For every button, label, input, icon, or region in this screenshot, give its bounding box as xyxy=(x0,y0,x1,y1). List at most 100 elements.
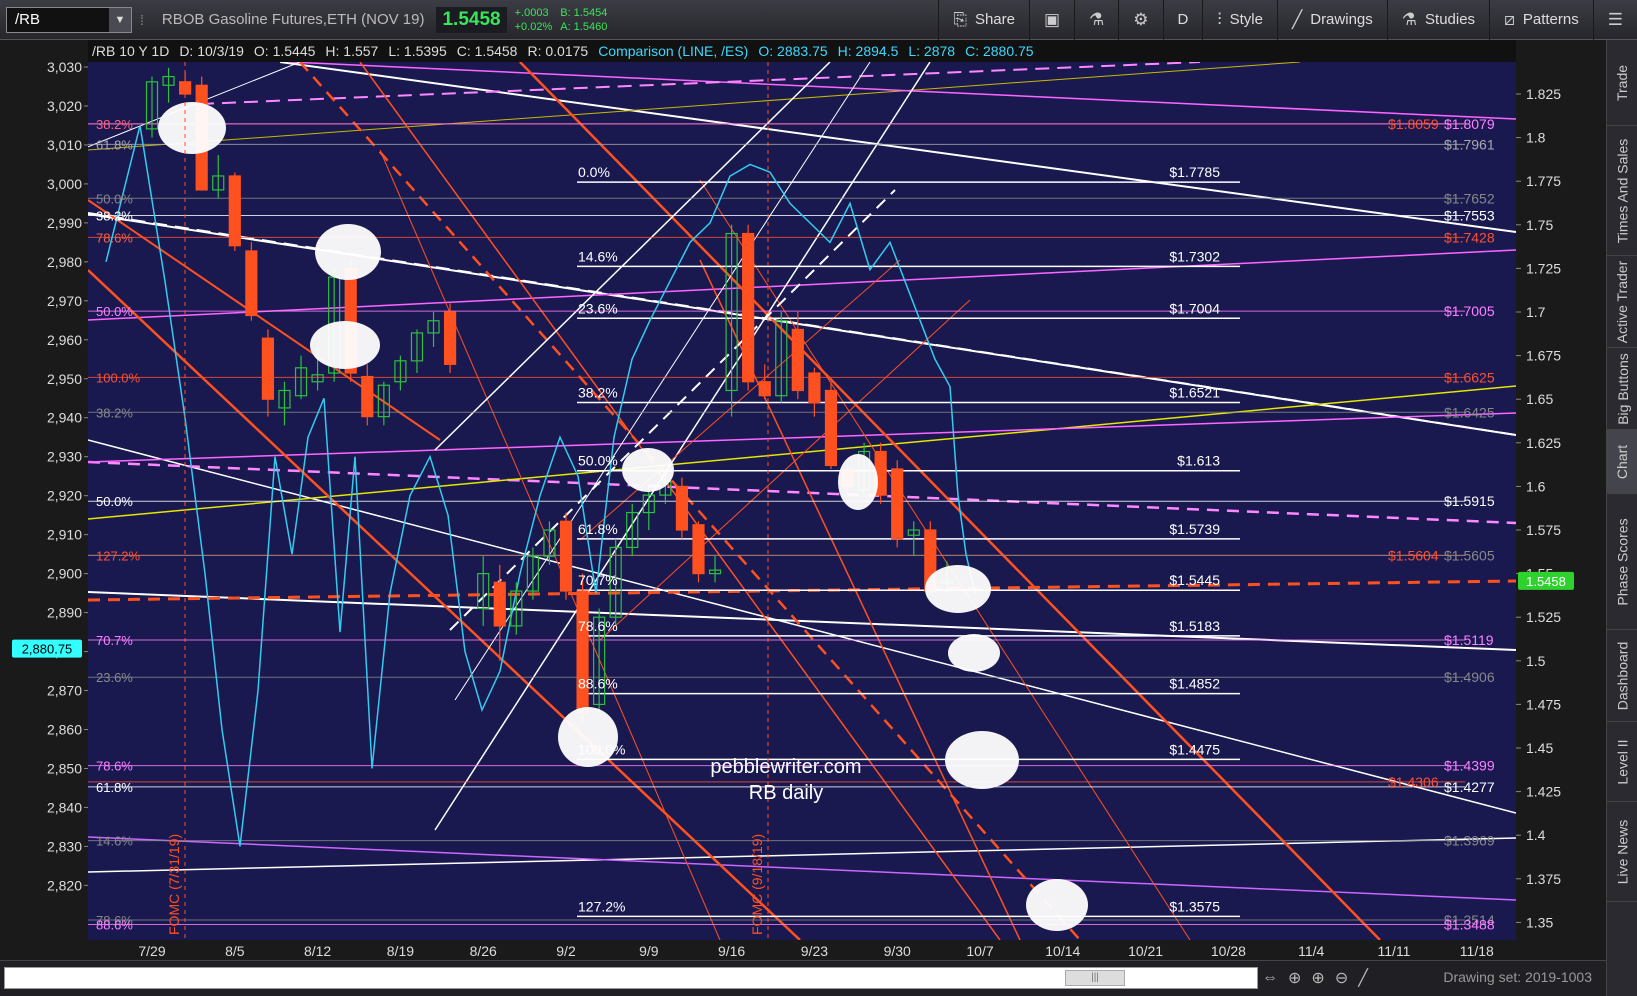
time-tick-label: 11/4 xyxy=(1298,943,1324,959)
sidebar-tab-trade[interactable]: Trade xyxy=(1607,40,1637,126)
left-tick-label: 2,850 xyxy=(47,760,82,776)
event-label: FOMC (7/31/19) xyxy=(166,834,182,935)
right-tick-label: 1.35 xyxy=(1526,914,1553,930)
level-label-left: 127.2% xyxy=(96,548,141,563)
level-label-right: $1.4906 xyxy=(1444,669,1495,685)
time-tick-label: 9/23 xyxy=(801,943,828,959)
list-icon: ☰ xyxy=(1607,9,1623,29)
left-tick-label: 3,030 xyxy=(47,59,82,75)
time-tick-label: 9/30 xyxy=(884,943,911,959)
expand-icon[interactable]: ⇔ xyxy=(1262,969,1278,987)
fib-pct-label: 50.0% xyxy=(578,453,618,469)
sidebar-tab-dashboard[interactable]: Dashboard xyxy=(1607,630,1637,722)
level-label-right: $1.8079 xyxy=(1444,116,1495,132)
sidebar-tab-label: Live News xyxy=(1614,819,1631,884)
fib-price-label: $1.7302 xyxy=(1169,248,1220,264)
zoom-out-icon[interactable]: ⊖ xyxy=(1335,968,1348,988)
highlight-oval xyxy=(948,634,1000,672)
candle-body xyxy=(891,468,904,540)
zoom-in-icon[interactable]: ⊕ xyxy=(1311,968,1324,988)
fib-price-label: $1.3575 xyxy=(1169,898,1220,914)
right-tick-label: 1.4 xyxy=(1526,827,1546,843)
candle-body xyxy=(742,232,755,383)
right-tick-label: 1.625 xyxy=(1526,435,1561,451)
fib-pct-label: 38.2% xyxy=(578,385,618,401)
level-label-left: 50.0% xyxy=(96,304,133,319)
right-tick-label: 1.375 xyxy=(1526,871,1561,887)
highlight-oval xyxy=(838,454,878,510)
right-tick-label: 1.475 xyxy=(1526,696,1561,712)
level-label-right: $1.7005 xyxy=(1444,303,1495,319)
left-tick-label: 2,970 xyxy=(47,293,82,309)
left-tick-label: 3,020 xyxy=(47,98,82,114)
level-label-left: 38.2% xyxy=(96,117,133,132)
time-tick-label: 7/29 xyxy=(138,943,165,959)
level-label-left: 88.6% xyxy=(96,917,133,932)
sidebar-tab-label: Active Trader xyxy=(1614,260,1631,343)
candle-body xyxy=(692,524,705,575)
level-label-left: 61.8% xyxy=(96,780,133,795)
right-tick-label: 1.8 xyxy=(1526,130,1546,146)
level-label-left: 78.6% xyxy=(96,759,133,774)
time-tick-label: 9/2 xyxy=(556,943,576,959)
sidebar-tab-times-and-sales[interactable]: Times And Sales xyxy=(1607,126,1637,256)
left-tick-label: 2,820 xyxy=(47,877,82,893)
sidebar-tab-active-trader[interactable]: Active Trader xyxy=(1607,256,1637,348)
level-label-right: $1.5604 xyxy=(1388,547,1439,563)
fib-pct-label: 88.6% xyxy=(578,676,618,692)
sidebar-tab-label: Trade xyxy=(1614,64,1631,101)
level-label-left: 50.0% xyxy=(96,494,133,509)
candle-body xyxy=(228,175,241,247)
right-tick-label: 1.65 xyxy=(1526,391,1553,407)
left-tick-label: 3,000 xyxy=(47,176,82,192)
fib-pct-label: 23.6% xyxy=(578,300,618,316)
left-tick-label: 2,890 xyxy=(47,605,82,621)
right-tick-label: 1.7 xyxy=(1526,304,1546,320)
current-es-value: 2,880.75 xyxy=(22,642,73,657)
left-tick-label: 2,870 xyxy=(47,683,82,699)
right-tick-label: 1.775 xyxy=(1526,173,1561,189)
fib-pct-label: 14.6% xyxy=(578,248,618,264)
chart-svg[interactable]: 3,030 3,020 3,010 3,000 2,990 2,980 2,970 2,960… xyxy=(0,0,1606,960)
highlight-oval xyxy=(622,448,674,492)
drawing-set-label: Drawing set: 2019-1003 xyxy=(1443,969,1592,985)
right-tick-label: 1.425 xyxy=(1526,784,1561,800)
sidebar-tab-label: Phase Scores xyxy=(1614,517,1631,606)
time-tick-label: 10/7 xyxy=(966,943,993,959)
level-label-left: 78.6% xyxy=(96,230,133,245)
highlight-oval xyxy=(315,224,381,280)
sidebar-tab-big-buttons[interactable]: Big Buttons xyxy=(1607,348,1637,430)
level-label-right: $1.8059 xyxy=(1388,116,1439,132)
highlight-oval xyxy=(558,707,618,767)
right-tick-label: 1.75 xyxy=(1526,217,1553,233)
scroll-thumb[interactable]: ||| xyxy=(1065,970,1125,986)
fib-pct-label: 127.2% xyxy=(578,898,625,914)
level-label-left: 100.0% xyxy=(96,370,141,385)
candle-body xyxy=(493,581,506,627)
fib-price-label: $1.4475 xyxy=(1169,741,1220,757)
sidebar-tab-chart[interactable]: Chart xyxy=(1607,430,1637,494)
sidebar-tab-level-ii[interactable]: Level II xyxy=(1607,722,1637,802)
left-tick-label: 2,990 xyxy=(47,215,82,231)
level-label-right: $1.7652 xyxy=(1444,190,1495,206)
crosshair-icon[interactable]: ⊕ xyxy=(1288,968,1301,988)
fib-price-label: $1.613 xyxy=(1177,453,1220,469)
left-tick-label: 2,950 xyxy=(47,371,82,387)
right-tick-label: 1.6 xyxy=(1526,478,1546,494)
thinkorswim-chart-window: /RB ▼ ⁞ RBOB Gasoline Futures,ETH (NOV 19… xyxy=(0,0,1637,996)
level-label-right: $1.5915 xyxy=(1444,493,1495,509)
time-tick-label: 9/16 xyxy=(718,943,745,959)
level-label-left: 14.6% xyxy=(96,834,133,849)
level-label-right: $1.7961 xyxy=(1444,136,1495,152)
sidebar-tab-phase-scores[interactable]: Phase Scores xyxy=(1607,494,1637,630)
left-tick-label: 2,910 xyxy=(47,527,82,543)
time-tick-label: 8/5 xyxy=(225,943,245,959)
candle-body xyxy=(791,328,804,392)
left-tick-label: 2,860 xyxy=(47,721,82,737)
candle-body xyxy=(261,337,275,400)
fib-pct-label: 78.6% xyxy=(578,618,618,634)
draw-icon[interactable]: ╱ xyxy=(1358,968,1368,988)
level-label-left: 50.0% xyxy=(96,191,133,206)
sidebar-tab-live-news[interactable]: Live News xyxy=(1607,802,1637,902)
chart-scrollbar[interactable]: ||| xyxy=(4,967,1258,989)
